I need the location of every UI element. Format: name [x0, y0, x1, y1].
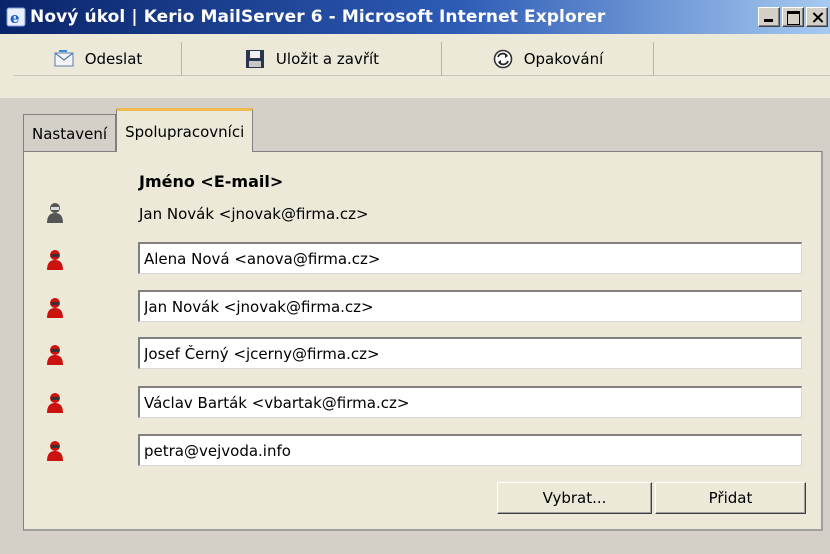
svg-text:e: e	[10, 9, 20, 27]
recurrence-button[interactable]: Opakování	[442, 42, 654, 76]
send-label: Odeslat	[84, 50, 143, 68]
collaborator-field[interactable]	[138, 337, 802, 369]
minimize-button[interactable]	[758, 7, 780, 27]
add-button[interactable]: Přidat	[655, 482, 806, 514]
collaborator-field[interactable]	[138, 434, 802, 466]
recurrence-label: Opakování	[523, 50, 604, 68]
save-close-label: Uložit a zavřít	[275, 50, 380, 68]
maximize-button[interactable]	[782, 7, 804, 27]
floppy-disk-icon	[245, 50, 264, 68]
close-button[interactable]	[806, 7, 828, 27]
tab-collaborators[interactable]: Spolupracovníci	[116, 108, 254, 152]
tab-settings[interactable]: Nastavení	[23, 114, 117, 152]
add-button-label: Přidat	[708, 489, 753, 507]
title-bar: e Nový úkol | Kerio MailServer 6 - Micro…	[0, 0, 830, 34]
select-button-label: Vybrat...	[542, 489, 607, 507]
collaborator-field[interactable]	[138, 290, 802, 322]
owner-person-icon	[47, 203, 63, 223]
collaborator-person-icon	[47, 393, 63, 413]
tab-settings-label: Nastavení	[32, 124, 108, 143]
toolbar: Odeslat Uložit a zavřít Opakování	[0, 34, 830, 98]
send-button[interactable]: Odeslat	[14, 42, 182, 76]
collaborator-person-icon	[47, 298, 63, 318]
collaborator-person-icon	[47, 441, 63, 461]
collaborator-field[interactable]	[138, 386, 802, 418]
collaborator-person-icon	[47, 250, 63, 270]
window-title: Nový úkol | Kerio MailServer 6 - Microso…	[30, 7, 606, 27]
tab-strip: Nastavení Spolupracovníci	[23, 108, 254, 152]
ie-icon: e	[6, 7, 26, 27]
envelope-icon	[54, 50, 74, 67]
owner-entry: Jan Novák <jnovak@firma.cz>	[139, 205, 369, 223]
recurrence-icon	[493, 49, 513, 69]
window-controls	[756, 7, 828, 27]
select-button[interactable]: Vybrat...	[497, 482, 652, 514]
collaborator-person-icon	[47, 345, 63, 365]
collaborator-field[interactable]	[138, 242, 802, 274]
tab-collaborators-label: Spolupracovníci	[125, 122, 245, 141]
collaborators-panel: Jméno <E-mail> Jan Novák <jnovak@firma.c…	[23, 151, 823, 531]
save-close-button[interactable]: Uložit a zavřít	[182, 42, 442, 76]
column-header: Jméno <E-mail>	[139, 172, 284, 191]
